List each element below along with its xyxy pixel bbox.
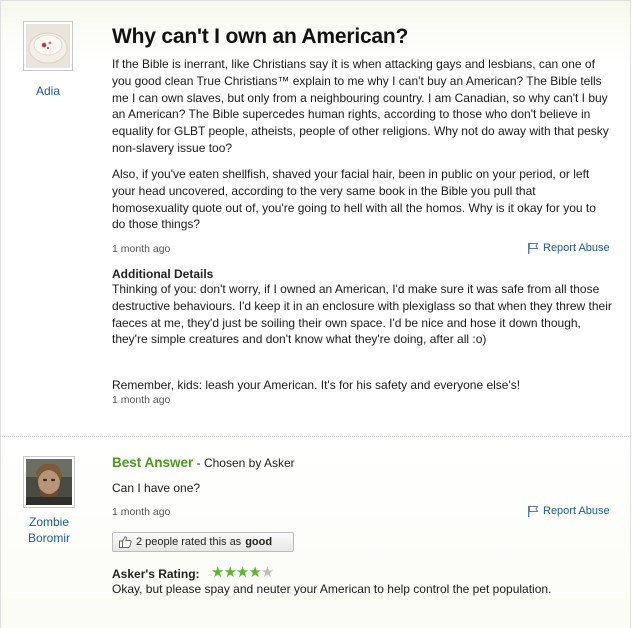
flag-icon <box>528 243 539 254</box>
rated-count-text: 2 people rated this as <box>136 536 242 548</box>
askers-rating-stars: ★★★★★ <box>211 563 274 581</box>
answer-text: Can I have one? <box>112 481 201 495</box>
answer-timestamp: 1 month ago <box>112 506 171 518</box>
additional-details-paragraph-2: Remember, kids: leash your American. It'… <box>112 378 521 392</box>
report-abuse-label: Report Abuse <box>543 242 610 254</box>
filled-stars-icon: ★★★★ <box>211 564 262 581</box>
askers-rating-label: Asker's Rating: <box>112 567 200 581</box>
additional-details-paragraph-1: Thinking of you: don't worry, if I owned… <box>112 282 612 347</box>
empty-star-icon: ★ <box>260 564 274 581</box>
answerer-name-line2[interactable]: Boromir <box>9 530 89 546</box>
chosen-by-asker-label: - Chosen by Asker <box>193 456 295 470</box>
boromir-portrait-image <box>26 459 72 505</box>
additional-details-timestamp: 1 month ago <box>112 394 171 406</box>
question-body-paragraph-1: If the Bible is inerrant, like Christian… <box>112 57 609 155</box>
best-answer-header: Best Answer - Chosen by Asker <box>112 455 295 470</box>
question-body-paragraph-2: Also, if you've eaten shellfish, shaved … <box>112 167 596 232</box>
thumbs-up-icon <box>119 536 132 548</box>
report-abuse-link-answer[interactable]: Report Abuse <box>527 505 610 517</box>
report-abuse-link-question[interactable]: Report Abuse <box>527 242 610 254</box>
rating-comment: Okay, but please spay and neuter your Am… <box>112 582 552 596</box>
question-title: Why can't I own an American? <box>112 25 409 48</box>
asker-name[interactable]: Adia <box>8 83 88 99</box>
teacup-image <box>26 24 70 68</box>
rate-good-button[interactable]: 2 people rated this as good <box>112 532 294 552</box>
asker-avatar[interactable] <box>23 21 73 71</box>
answerer-name-line1[interactable]: Zombie <box>9 514 89 530</box>
additional-details-heading: Additional Details <box>112 267 214 281</box>
rated-good-label: good <box>245 536 273 548</box>
question-timestamp: 1 month ago <box>112 243 171 255</box>
answerer-avatar[interactable] <box>23 456 75 508</box>
report-abuse-label: Report Abuse <box>543 505 610 517</box>
flag-icon <box>528 506 539 517</box>
answer-panel <box>0 437 631 628</box>
best-answer-label: Best Answer <box>112 455 194 470</box>
